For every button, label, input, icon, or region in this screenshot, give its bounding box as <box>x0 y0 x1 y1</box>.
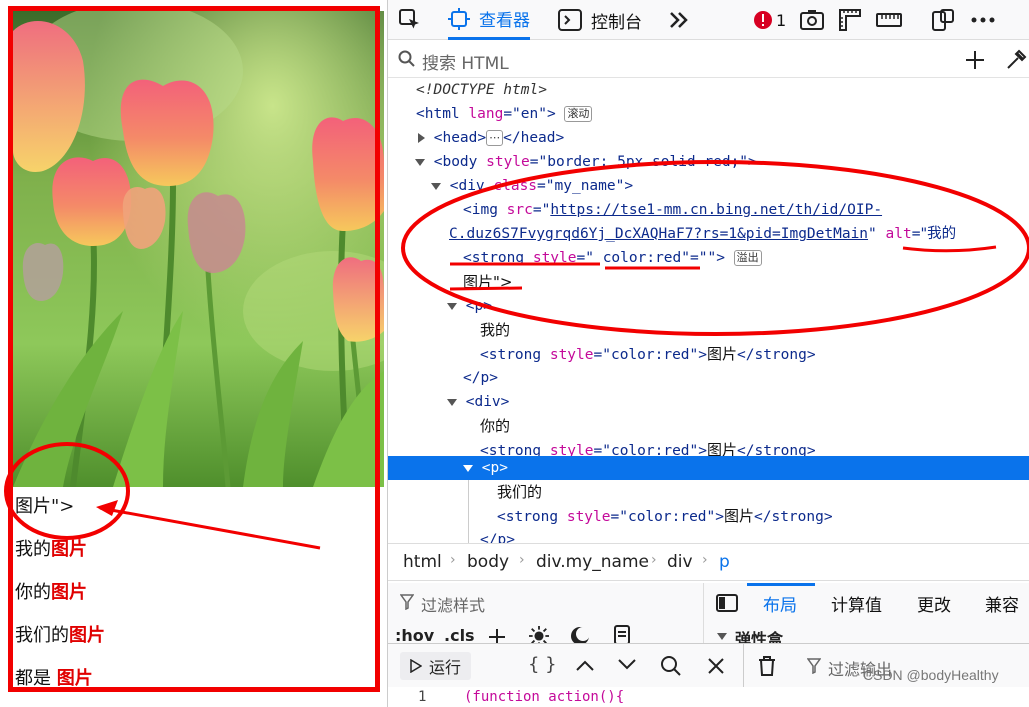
tree-line-body[interactable]: <body style="border: 5px solid red;"> <box>388 150 1029 174</box>
active-tab-indicator <box>747 583 815 586</box>
breadcrumb-div-my-name[interactable]: div.my_name <box>536 552 649 572</box>
pick-element-icon[interactable] <box>398 0 422 40</box>
more-tools-icon[interactable] <box>668 0 690 40</box>
overflow-badge[interactable]: 溢出 <box>733 250 762 266</box>
devtools-toolbar: 查看器 控制台 1 <box>388 0 1029 40</box>
eyedropper-icon[interactable] <box>1005 49 1027 71</box>
breadcrumb-separator-icon: › <box>651 552 657 568</box>
run-button[interactable]: 运行 <box>400 652 472 680</box>
chevron-down-icon[interactable] <box>618 659 636 671</box>
chevron-up-icon[interactable] <box>576 659 594 671</box>
tree-line-strong1[interactable]: <strong style="color:red">图片</strong> <box>388 342 1029 366</box>
console-icon <box>558 9 582 31</box>
filter-icon <box>807 658 821 674</box>
tree-guide-line <box>468 480 469 543</box>
tree-line-img[interactable]: <img src="https://tse1-mm.cn.bing.net/th… <box>388 198 1029 222</box>
error-indicator[interactable]: 1 <box>753 0 786 40</box>
tree-line-img-alt-end[interactable]: 图片"> <box>388 270 1029 294</box>
error-icon <box>754 11 772 29</box>
close-editor-icon[interactable] <box>707 657 725 675</box>
tab-console[interactable]: 控制台 <box>558 0 642 40</box>
tree-line-doctype[interactable]: <!DOCTYPE html> <box>388 78 1029 102</box>
breadcrumb-separator-icon: › <box>450 552 456 568</box>
search-icon <box>398 50 415 67</box>
tab-inspector-label: 查看器 <box>479 11 530 31</box>
pretty-print-icon[interactable]: { } <box>528 654 557 675</box>
console-editor-line[interactable]: 1 (function action(){ CSDN @bodyHealthy <box>388 667 1029 707</box>
rulers-icon[interactable] <box>838 0 862 40</box>
tab-layout[interactable]: 布局 <box>763 591 797 616</box>
rules-panel: 过滤样式 :hov .cls <box>388 583 704 646</box>
run-label: 运行 <box>429 658 462 677</box>
tree-line-img-alt-strong[interactable]: <strong style=" color:red"=""> 溢出 <box>388 246 1029 270</box>
breadcrumb-separator-icon: › <box>702 552 708 568</box>
tree-line-p-close-partial[interactable]: </p> <box>388 528 1029 543</box>
collapse-arrow-icon[interactable] <box>463 464 473 472</box>
measure-icon[interactable] <box>876 0 902 40</box>
rendered-page: 图片"> 我的图片 你的图片 我们的图片 都是 图片 <box>0 0 387 707</box>
filter-styles-input[interactable]: 过滤样式 <box>421 592 485 616</box>
tree-line-div-my-name[interactable]: <div class="my_name"> <box>388 174 1029 198</box>
collapse-arrow-icon[interactable] <box>431 182 441 190</box>
collapse-arrow-icon[interactable] <box>717 633 727 640</box>
tree-line-strong3[interactable]: <strong style="color:red">图片</strong> <box>388 504 1029 528</box>
img-src-link-cont[interactable]: C.duz6S7Fvygrqd6Yj_DcXAQHaF7?rs=1&pid=Im… <box>449 226 868 242</box>
tab-console-label: 控制台 <box>591 12 642 33</box>
responsive-design-icon[interactable] <box>931 0 955 40</box>
filter-icon <box>400 594 414 610</box>
screenshot-icon[interactable] <box>800 0 824 40</box>
line-number: 1 <box>418 689 427 705</box>
divider <box>743 644 744 688</box>
collapse-arrow-icon[interactable] <box>447 398 457 406</box>
tree-line-img-cont[interactable]: C.duz6S7Fvygrqd6Yj_DcXAQHaF7?rs=1&pid=Im… <box>388 222 1029 246</box>
print-media-icon[interactable] <box>613 625 631 645</box>
scroll-badge[interactable]: 滚动 <box>564 106 593 122</box>
search-html-bar: 搜索 HTML <box>388 40 1029 78</box>
breadcrumb-div[interactable]: div <box>667 552 693 572</box>
breadcrumb-separator-icon: › <box>519 552 525 568</box>
search-input[interactable]: 搜索 HTML <box>422 49 509 74</box>
collapse-arrow-icon[interactable] <box>447 302 457 310</box>
tab-inspector[interactable]: 查看器 <box>448 0 530 40</box>
toggle-sidebar-icon[interactable] <box>716 594 738 612</box>
trash-icon[interactable] <box>757 655 777 677</box>
add-node-icon[interactable] <box>965 50 985 70</box>
tree-line-div2[interactable]: <div> <box>388 390 1029 414</box>
layout-panel: 布局 计算值 更改 兼容 弹性盒 <box>704 583 1029 649</box>
devtools-panel: 查看器 控制台 1 搜索 HTML <!DOCTYPE html> <html … <box>387 0 1029 707</box>
tree-line-text-wode[interactable]: 我的 <box>388 318 1029 342</box>
breadcrumb-body[interactable]: body <box>467 552 509 572</box>
line-women: 我们的图片 <box>15 625 105 646</box>
tree-line-text-nide[interactable]: 你的 <box>388 414 1029 438</box>
tab-changes[interactable]: 更改 <box>917 591 951 616</box>
breadcrumb-p[interactable]: p <box>719 552 730 572</box>
collapse-arrow-icon[interactable] <box>415 158 425 166</box>
markup-tree: <!DOCTYPE html> <html lang="en"> 滚动 <hea… <box>388 78 1029 543</box>
tree-line-p1-close[interactable]: </p> <box>388 366 1029 390</box>
inspector-icon <box>448 7 470 30</box>
line-nide: 你的图片 <box>15 582 87 603</box>
watermark: CSDN @bodyHealthy <box>863 667 999 683</box>
search-history-icon[interactable] <box>660 655 682 677</box>
breadcrumb: html › body › div.my_name › div › p <box>388 543 1029 581</box>
line-wode: 我的图片 <box>15 539 87 560</box>
tree-line-p1[interactable]: <p> <box>388 294 1029 318</box>
error-count: 1 <box>776 10 787 30</box>
code-text[interactable]: (function action(){ <box>464 689 624 705</box>
line-doushi: 都是 图片 <box>15 668 93 689</box>
tree-line-head[interactable]: <head> ⋯ </head> <box>388 126 1029 150</box>
expand-arrow-icon[interactable] <box>418 133 425 143</box>
tab-computed[interactable]: 计算值 <box>831 591 882 616</box>
overflow-text: 图片"> <box>15 496 75 517</box>
img-src-link[interactable]: https://tse1-mm.cn.bing.net/th/id/OIP- <box>550 202 882 218</box>
breadcrumb-html[interactable]: html <box>403 552 442 572</box>
tree-line-p-selected[interactable]: <p> <box>388 456 1029 480</box>
menu-dots-icon[interactable] <box>971 0 995 40</box>
tab-compat[interactable]: 兼容 <box>985 591 1019 616</box>
tree-line-text-women[interactable]: 我们的 <box>388 480 1029 504</box>
tree-line-html[interactable]: <html lang="en"> 滚动 <box>388 102 1029 126</box>
play-icon <box>410 659 422 673</box>
collapsed-badge[interactable]: ⋯ <box>486 130 504 146</box>
